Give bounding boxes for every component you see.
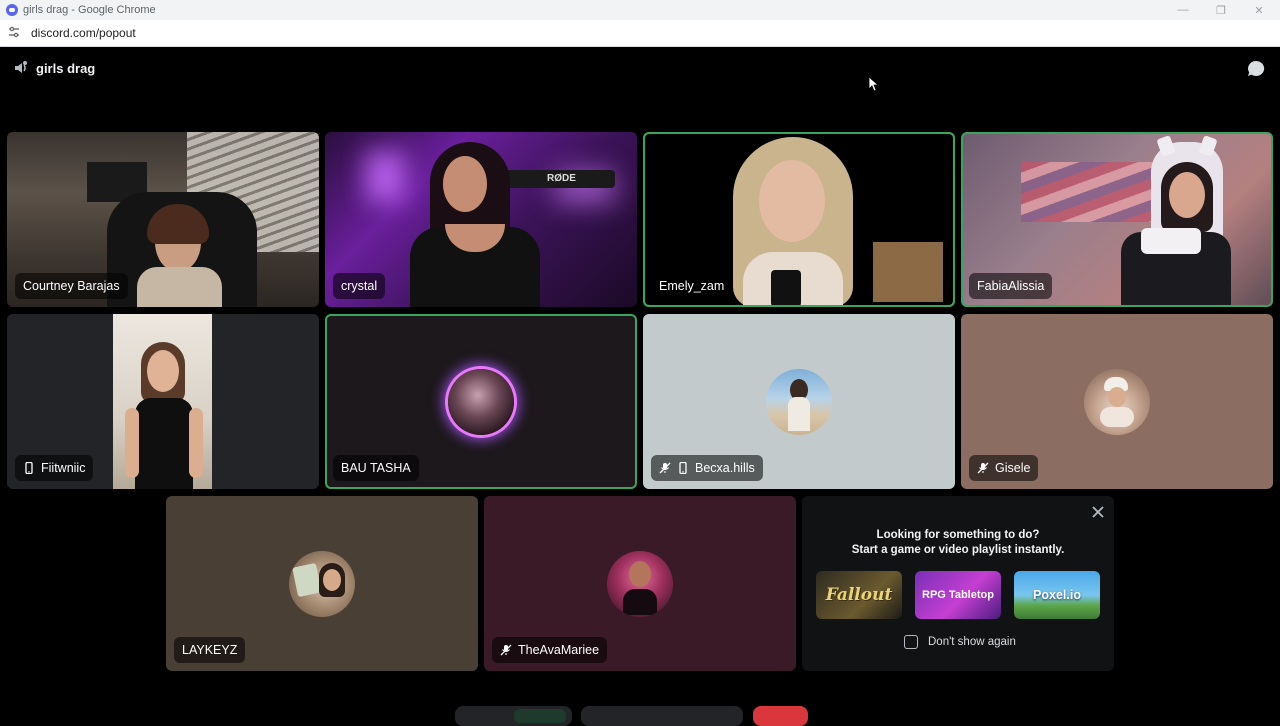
call-header: girls drag [0,47,1280,91]
discord-app-icon [6,4,18,16]
video-tile-crystal[interactable]: RØDE crystal [325,132,637,307]
dont-show-again-option[interactable]: Don't show again [904,635,1016,649]
camera-control-button[interactable] [455,706,572,726]
nameplate: TheAvaMariee [492,637,608,663]
url-text[interactable]: discord.com/popout [31,26,136,40]
nameplate: Becxa.hills [651,455,763,481]
mobile-phone-icon [25,462,33,474]
activity-card-fallout[interactable]: Fallout [816,571,902,619]
activity-suggestion-panel: Looking for something to do? Start a gam… [802,496,1114,671]
nameplate: FabiaAlissia [969,273,1053,299]
camera-toggle[interactable] [514,709,566,723]
voice-tile-bau-tasha[interactable]: BAU TASHA [325,314,637,489]
dont-show-label: Don't show again [928,636,1016,648]
avatar [289,551,355,617]
participant-name: crystal [341,279,378,293]
leave-call-button[interactable] [753,706,808,726]
nameplate: BAU TASHA [333,455,419,481]
activity-card-poxel[interactable]: Poxel.io [1014,571,1100,619]
mouse-cursor-icon [868,76,878,92]
participant-name: TheAvaMariee [518,643,600,657]
participant-name: BAU TASHA [341,461,411,475]
activity-prompt-line1: Looking for something to do? [876,529,1040,541]
voice-tile-theavamariee[interactable]: TheAvaMariee [484,496,796,671]
activity-card-title: RPG Tabletop [922,589,994,601]
participant-name: Courtney Barajas [23,279,120,293]
nameplate: Courtney Barajas [15,273,128,299]
minimize-button[interactable]: — [1164,0,1202,20]
avatar [448,369,514,435]
activity-card-rpg-tabletop[interactable]: RPG Tabletop [915,571,1001,619]
mic-muted-icon [977,462,989,474]
activity-card-title: Poxel.io [1033,588,1081,602]
restore-button[interactable]: ❐ [1202,0,1240,20]
chat-bubble-icon[interactable] [1246,59,1266,79]
screen-share-button[interactable] [581,706,743,726]
avatar [766,369,832,435]
mobile-phone-icon [679,462,687,474]
window-title: girls drag - Google Chrome [23,4,156,16]
close-window-button[interactable]: ✕ [1240,0,1278,20]
video-tile-fiitwniic[interactable]: Fiitwniic [7,314,319,489]
participant-name: FabiaAlissia [977,279,1045,293]
nameplate: Emely_zam [651,273,733,299]
avatar [607,551,673,617]
address-bar[interactable]: discord.com/popout [0,20,1280,47]
channel-name: girls drag [36,61,96,76]
mic-muted-icon [500,644,512,656]
voice-tile-becxa[interactable]: Becxa.hills [643,314,955,489]
dont-show-checkbox[interactable] [904,635,918,649]
nameplate: crystal [333,273,386,299]
mic-muted-icon [659,462,671,474]
participant-name: Emely_zam [659,279,725,293]
avatar [1084,369,1150,435]
video-tile-courtney[interactable]: Courtney Barajas [7,132,319,307]
participant-name: Becxa.hills [695,461,755,475]
voice-tile-gisele[interactable]: Gisele [961,314,1273,489]
activity-prompt-line2: Start a game or video playlist instantly… [851,544,1065,556]
nameplate: Fiitwniic [15,455,94,481]
participant-name: LAYKEYZ [182,643,238,657]
close-icon[interactable] [1090,504,1106,520]
video-tile-emely[interactable]: Emely_zam [643,132,955,307]
site-info-icon[interactable] [8,26,22,41]
activity-card-title: Fallout [825,585,893,605]
nameplate: LAYKEYZ [174,637,246,663]
speaker-group-icon [15,61,27,73]
browser-title-bar: girls drag - Google Chrome — ❐ ✕ [0,0,1280,20]
nameplate: Gisele [969,455,1039,481]
voice-tile-laykeyz[interactable]: LAYKEYZ [166,496,478,671]
participant-name: Fiitwniic [41,461,86,475]
participant-name: Gisele [995,461,1031,475]
video-tile-fabia[interactable]: FabiaAlissia [961,132,1273,307]
